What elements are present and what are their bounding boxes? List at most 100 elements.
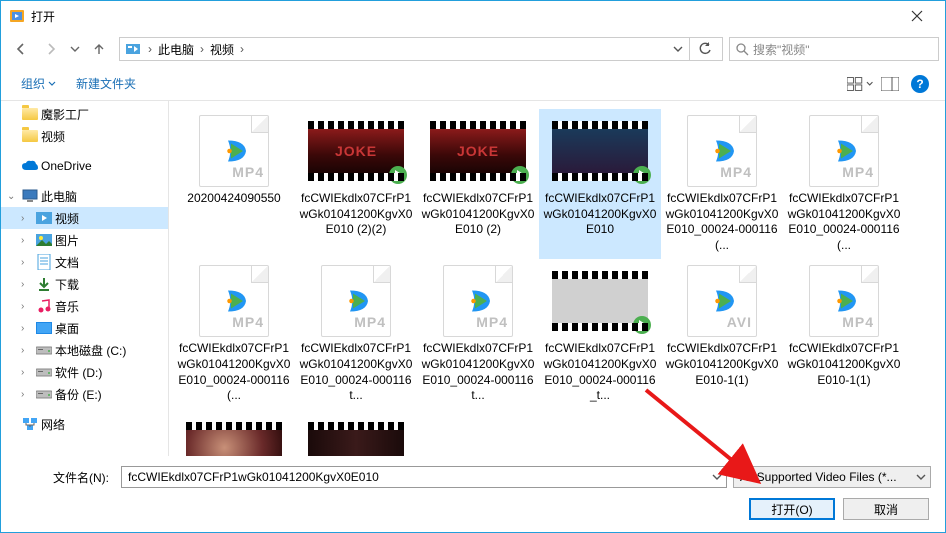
folder-icon	[22, 106, 38, 122]
folder-icon	[22, 128, 38, 144]
sidebar-item[interactable]: › 下载	[1, 273, 168, 295]
file-item[interactable]: fcCWIEkdlx07CFrP1wGk01041200KgvX0E010	[539, 109, 661, 259]
file-item[interactable]: MP4fcCWIEkdlx07CFrP1wGk01041200KgvX0E010…	[295, 259, 417, 409]
sidebar-item-label: 魔影工厂	[41, 106, 89, 123]
view-mode-button[interactable]	[847, 71, 873, 97]
downloads-icon	[36, 276, 52, 292]
close-button[interactable]	[897, 2, 937, 30]
toolbar: 组织 新建文件夹 ?	[1, 67, 945, 101]
location-icon	[124, 40, 142, 58]
file-thumbnail: MP4	[796, 115, 892, 187]
file-list: MP420200424090550JOKEfcCWIEkdlx07CFrP1wG…	[169, 101, 945, 456]
chevron-down-icon[interactable]	[916, 472, 926, 482]
search-input[interactable]: 搜索"视频"	[729, 37, 939, 61]
sidebar-item-label: OneDrive	[41, 159, 92, 173]
sidebar-item[interactable]: ›视频	[1, 207, 168, 229]
sidebar-item-label: 音乐	[55, 298, 79, 315]
file-thumbnail: MP4	[186, 265, 282, 337]
back-button[interactable]	[7, 35, 35, 63]
sidebar-item[interactable]: ›图片	[1, 229, 168, 251]
file-thumbnail	[186, 416, 282, 456]
sidebar-item[interactable]: ⌄此电脑	[1, 185, 168, 207]
network-icon	[22, 416, 38, 432]
file-name: fcCWIEkdlx07CFrP1wGk01041200KgvX0E010_00…	[787, 191, 901, 253]
forward-button[interactable]	[37, 35, 65, 63]
pictures-icon	[36, 232, 52, 248]
sidebar-item[interactable]: ›文档	[1, 251, 168, 273]
cancel-button[interactable]: 取消	[843, 498, 929, 520]
organize-button[interactable]: 组织	[13, 71, 64, 96]
sidebar-item-label: 网络	[41, 416, 65, 433]
chevron-right-icon: ›	[236, 42, 248, 56]
chevron-down-icon[interactable]	[712, 472, 722, 482]
refresh-button[interactable]	[689, 38, 720, 60]
video-icon	[36, 210, 52, 226]
file-item[interactable]: MP4fcCWIEkdlx07CFrP1wGk01041200KgvX0E010…	[783, 109, 905, 259]
sidebar-item[interactable]: ›桌面	[1, 317, 168, 339]
sidebar-item[interactable]: 魔影工厂	[1, 103, 168, 125]
sidebar-item-label: 图片	[55, 232, 79, 249]
file-thumbnail: JOKE	[430, 115, 526, 187]
sidebar-item[interactable]: OneDrive	[1, 155, 168, 177]
help-button[interactable]: ?	[907, 71, 933, 97]
sidebar-item-label: 下载	[55, 276, 79, 293]
file-item[interactable]: JOKEfcCWIEkdlx07CFrP1wGk01041200KgvX0E01…	[295, 109, 417, 259]
file-name: fcCWIEkdlx07CFrP1wGk01041200KgvX0E010 (2…	[299, 191, 413, 238]
expand-icon: ›	[21, 213, 33, 224]
file-thumbnail: MP4	[430, 265, 526, 337]
sidebar-item[interactable]: 网络	[1, 413, 168, 435]
up-button[interactable]	[85, 35, 113, 63]
chevron-right-icon: ›	[144, 42, 156, 56]
file-item[interactable]: JOKEfcCWIEkdlx07CFrP1wGk01041200KgvX0E01…	[417, 109, 539, 259]
file-thumbnail: MP4	[186, 115, 282, 187]
file-item[interactable]: AVIfcCWIEkdlx07CFrP1wGk01041200KgvX0E010…	[661, 259, 783, 409]
file-thumbnail	[308, 416, 404, 456]
file-item[interactable]: MP4fcCWIEkdlx07CFrP1wGk01041200KgvX0E010…	[783, 259, 905, 409]
file-item[interactable]: MP4fcCWIEkdlx07CFrP1wGk01041200KgvX0E010…	[173, 259, 295, 409]
drive-icon	[36, 364, 52, 380]
sidebar-item[interactable]: ›音乐	[1, 295, 168, 317]
file-item[interactable]: fcCWIEkdlx07CFrP1wGk01041200KgvX0E010-1(…	[295, 410, 417, 456]
sidebar-item-label: 本地磁盘 (C:)	[55, 342, 126, 359]
sidebar-item[interactable]: ›软件 (D:)	[1, 361, 168, 383]
file-item[interactable]: MP4fcCWIEkdlx07CFrP1wGk01041200KgvX0E010…	[661, 109, 783, 259]
open-button[interactable]: 打开(O)	[749, 498, 835, 520]
search-placeholder: 搜索"视频"	[753, 41, 810, 58]
sidebar-item[interactable]: ›本地磁盘 (C:)	[1, 339, 168, 361]
file-item[interactable]: MP4fcCWIEkdlx07CFrP1wGk01041200KgvX0E010…	[417, 259, 539, 409]
file-item[interactable]: MP420200424090550	[173, 109, 295, 259]
file-name: fcCWIEkdlx07CFrP1wGk01041200KgvX0E010_00…	[299, 341, 413, 403]
new-folder-button[interactable]: 新建文件夹	[68, 71, 144, 96]
expand-icon: ›	[21, 257, 33, 268]
file-name: fcCWIEkdlx07CFrP1wGk01041200KgvX0E010_00…	[421, 341, 535, 403]
chevron-down-icon	[866, 80, 873, 88]
breadcrumb-item[interactable]: 视频	[208, 41, 236, 58]
sidebar: 魔影工厂视频OneDrive⌄此电脑›视频›图片›文档›下载›音乐›桌面›本地磁…	[1, 101, 169, 456]
recent-dropdown-icon[interactable]	[67, 35, 83, 63]
desktop-icon	[36, 320, 52, 336]
breadcrumb-item[interactable]: 此电脑	[156, 41, 196, 58]
expand-icon: ›	[21, 279, 33, 290]
filename-input[interactable]: fcCWIEkdlx07CFrP1wGk01041200KgvX0E010	[121, 466, 727, 488]
titlebar: 打开	[1, 1, 945, 31]
navbar: › 此电脑 › 视频 › 搜索"视频"	[1, 31, 945, 67]
sidebar-item-label: 桌面	[55, 320, 79, 337]
file-type-filter[interactable]: All Supported Video Files (*...	[733, 466, 931, 488]
file-name: fcCWIEkdlx07CFrP1wGk01041200KgvX0E010_00…	[177, 341, 291, 403]
file-item[interactable]: fcCWIEkdlx07CFrP1wGk01041200KgvX0E010_00…	[539, 259, 661, 409]
sidebar-item[interactable]: ›备份 (E:)	[1, 383, 168, 405]
preview-pane-button[interactable]	[877, 71, 903, 97]
file-name: fcCWIEkdlx07CFrP1wGk01041200KgvX0E010_00…	[543, 341, 657, 403]
breadcrumb[interactable]: › 此电脑 › 视频 ›	[119, 37, 723, 61]
sidebar-item-label: 此电脑	[41, 188, 77, 205]
thispc-icon	[22, 188, 38, 204]
sidebar-item[interactable]: 视频	[1, 125, 168, 147]
file-thumbnail: MP4	[674, 115, 770, 187]
breadcrumb-dropdown-icon[interactable]	[667, 44, 689, 54]
help-icon: ?	[911, 75, 929, 93]
onedrive-icon	[22, 158, 38, 174]
file-name: fcCWIEkdlx07CFrP1wGk01041200KgvX0E010_00…	[665, 191, 779, 253]
file-item[interactable]: fcCWIEkdlx07CFrP1wGk01041200KgvX0E010-1(…	[173, 410, 295, 456]
main-area: 魔影工厂视频OneDrive⌄此电脑›视频›图片›文档›下载›音乐›桌面›本地磁…	[1, 101, 945, 456]
file-thumbnail: MP4	[308, 265, 404, 337]
